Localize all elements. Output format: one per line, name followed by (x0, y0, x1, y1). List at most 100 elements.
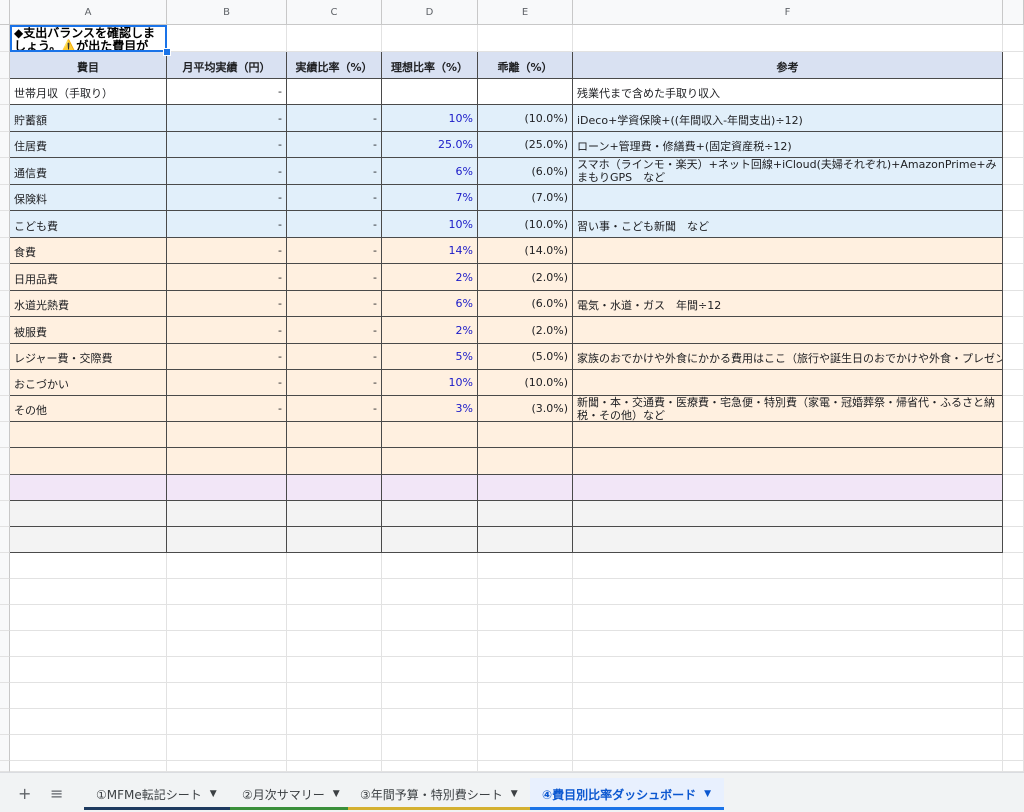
cell-c1[interactable] (287, 25, 382, 52)
column-header-a[interactable]: A (10, 0, 167, 25)
cell-c2[interactable]: 実績比率（%） (287, 52, 382, 79)
cell-a12[interactable]: 被服費 (10, 317, 167, 344)
cell-b22[interactable] (167, 579, 287, 605)
cell-d11[interactable]: 6% (382, 291, 478, 317)
cell-empty[interactable] (1003, 344, 1024, 370)
cell-a18[interactable] (10, 475, 167, 501)
cell-f10[interactable] (573, 264, 1003, 291)
row-header[interactable] (0, 709, 10, 735)
cell-b19[interactable] (167, 501, 287, 527)
cell-f12[interactable] (573, 317, 1003, 344)
cell-a14[interactable]: おこづかい (10, 370, 167, 396)
cell-f16[interactable] (573, 422, 1003, 448)
cell-f29[interactable] (573, 761, 1003, 772)
cell-a15[interactable]: その他 (10, 396, 167, 422)
cell-c13[interactable]: - (287, 344, 382, 370)
cell-a11[interactable]: 水道光熱費 (10, 291, 167, 317)
cell-f26[interactable] (573, 683, 1003, 709)
cell-f13[interactable]: 家族のおでかけや外食にかかる費用はここ（旅行や誕生日のおでかけや外食・プレゼント… (573, 344, 1003, 370)
cell-empty[interactable] (1003, 79, 1024, 105)
cell-a26[interactable] (10, 683, 167, 709)
cell-d9[interactable]: 14% (382, 238, 478, 264)
cell-b27[interactable] (167, 709, 287, 735)
row-header[interactable] (0, 25, 10, 52)
cell-empty[interactable] (1003, 132, 1024, 158)
cell-empty[interactable] (1003, 211, 1024, 238)
column-header-f[interactable]: F (573, 0, 1003, 25)
cell-empty[interactable] (1003, 291, 1024, 317)
row-header[interactable] (0, 185, 10, 211)
row-header[interactable] (0, 396, 10, 422)
cell-empty[interactable] (1003, 683, 1024, 709)
cell-c18[interactable] (287, 475, 382, 501)
cell-c27[interactable] (287, 709, 382, 735)
cell-f20[interactable] (573, 527, 1003, 553)
cell-a13[interactable]: レジャー費・交際費 (10, 344, 167, 370)
cell-empty[interactable] (1003, 158, 1024, 185)
row-header[interactable] (0, 422, 10, 448)
cell-b20[interactable] (167, 527, 287, 553)
cell-a9[interactable]: 食費 (10, 238, 167, 264)
cell-c19[interactable] (287, 501, 382, 527)
cell-e17[interactable] (478, 448, 573, 475)
column-header-c[interactable]: C (287, 0, 382, 25)
cell-b26[interactable] (167, 683, 287, 709)
cell-e7[interactable]: (7.0%) (478, 185, 573, 211)
cell-empty[interactable] (1003, 475, 1024, 501)
row-header[interactable] (0, 158, 10, 185)
cell-d7[interactable]: 7% (382, 185, 478, 211)
cell-a8[interactable]: こども費 (10, 211, 167, 238)
cell-e13[interactable]: (5.0%) (478, 344, 573, 370)
cell-e8[interactable]: (10.0%) (478, 211, 573, 238)
cell-b1[interactable] (167, 25, 287, 52)
cell-f8[interactable]: 習い事・こども新聞 など (573, 211, 1003, 238)
row-header[interactable] (0, 475, 10, 501)
selected-title-cell[interactable]: ◆支出バランスを確認しましょう。⚠️が出た費目が (10, 25, 167, 52)
cell-c8[interactable]: - (287, 211, 382, 238)
cell-d27[interactable] (382, 709, 478, 735)
cell-d2[interactable]: 理想比率（%） (382, 52, 478, 79)
cell-e15[interactable]: (3.0%) (478, 396, 573, 422)
cell-e5[interactable]: (25.0%) (478, 132, 573, 158)
row-header[interactable] (0, 264, 10, 291)
cell-b23[interactable] (167, 605, 287, 631)
cell-d19[interactable] (382, 501, 478, 527)
cell-c28[interactable] (287, 735, 382, 761)
cell-b11[interactable]: - (167, 291, 287, 317)
cell-d10[interactable]: 2% (382, 264, 478, 291)
cell-e9[interactable]: (14.0%) (478, 238, 573, 264)
cell-d22[interactable] (382, 579, 478, 605)
cell-f27[interactable] (573, 709, 1003, 735)
cell-c12[interactable]: - (287, 317, 382, 344)
all-sheets-menu-icon[interactable]: ≡ (50, 784, 63, 803)
cell-b7[interactable]: - (167, 185, 287, 211)
sheet-tab-3[interactable]: ③年間予算・特別費シート ▼ (348, 778, 530, 810)
cell-a16[interactable] (10, 422, 167, 448)
cell-e26[interactable] (478, 683, 573, 709)
cell-d8[interactable]: 10% (382, 211, 478, 238)
row-header[interactable] (0, 370, 10, 396)
cell-empty[interactable] (1003, 448, 1024, 475)
sheet-tab-2[interactable]: ②月次サマリー ▼ (230, 778, 348, 810)
cell-b24[interactable] (167, 631, 287, 657)
cell-a22[interactable] (10, 579, 167, 605)
cell-b14[interactable]: - (167, 370, 287, 396)
column-header-e[interactable]: E (478, 0, 573, 25)
cell-e10[interactable]: (2.0%) (478, 264, 573, 291)
cell-a28[interactable] (10, 735, 167, 761)
cell-e19[interactable] (478, 501, 573, 527)
cell-e27[interactable] (478, 709, 573, 735)
cell-b17[interactable] (167, 448, 287, 475)
cell-a29[interactable] (10, 761, 167, 772)
cell-empty[interactable] (1003, 579, 1024, 605)
cell-c5[interactable]: - (287, 132, 382, 158)
column-header-extra[interactable] (1003, 0, 1024, 25)
row-header[interactable] (0, 761, 10, 772)
cell-e4[interactable]: (10.0%) (478, 105, 573, 132)
cell-c16[interactable] (287, 422, 382, 448)
cell-e16[interactable] (478, 422, 573, 448)
column-header-b[interactable]: B (167, 0, 287, 25)
cell-f19[interactable] (573, 501, 1003, 527)
cell-a6[interactable]: 通信費 (10, 158, 167, 185)
cell-c14[interactable]: - (287, 370, 382, 396)
